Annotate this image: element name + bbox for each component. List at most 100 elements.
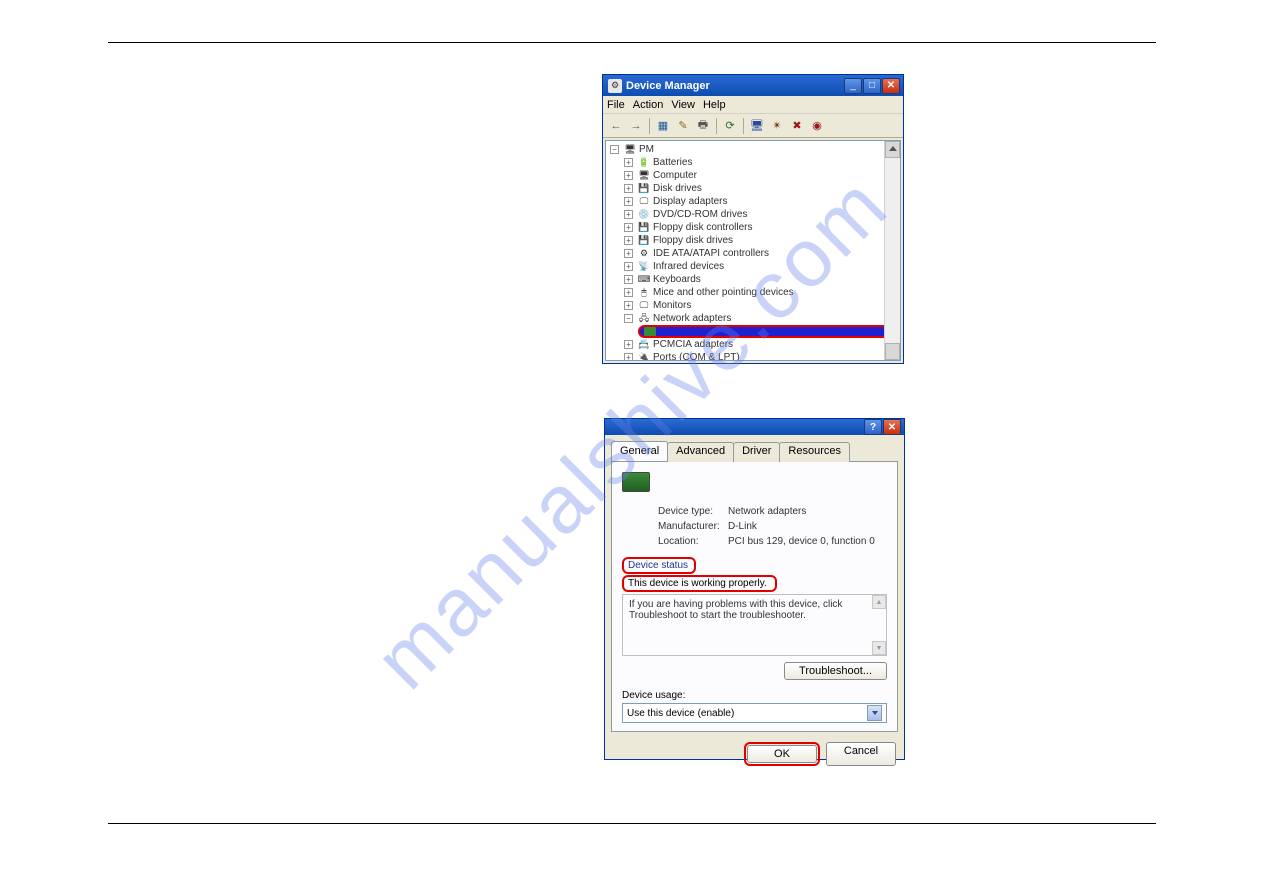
disable-device-icon[interactable]: ◉ [808,117,826,135]
battery-icon: 🔋 [637,157,651,169]
chevron-down-icon [872,711,878,715]
title-buttons: _ □ ✕ [844,78,900,94]
dialog-body: General Advanced Driver Resources Device… [605,435,904,736]
troubleshoot-button[interactable]: Troubleshoot... [784,662,887,680]
collapse-icon[interactable]: − [610,145,619,154]
network-icon: 🖧 [637,313,651,325]
scroll-down-icon[interactable] [889,350,897,355]
expand-icon[interactable]: + [624,340,633,349]
props-titlebar[interactable]: ? ✕ [605,419,904,435]
expand-icon[interactable]: + [624,171,633,180]
tree-root[interactable]: − 🖥 PM [606,143,900,156]
tree-category-floppy-drives[interactable]: +💾Floppy disk drives [606,234,900,247]
status-legend-highlight: Device status [622,557,696,574]
location-label: Location: [658,536,728,547]
menu-action[interactable]: Action [633,99,664,111]
enable-device-icon[interactable]: ✖ [788,117,806,135]
tree-category-floppy-ctrl[interactable]: +💾Floppy disk controllers [606,221,900,234]
back-icon[interactable]: ← [607,117,625,135]
scroll-up-icon[interactable] [889,146,897,151]
help-button[interactable]: ? [864,419,882,435]
expand-icon[interactable]: + [624,275,633,284]
tab-driver[interactable]: Driver [733,442,780,462]
info-location: Location: PCI bus 129, device 0, functio… [622,536,887,547]
tab-general[interactable]: General [611,441,668,461]
troubleshoot-row: Troubleshoot... [622,662,887,680]
tree-category-ports[interactable]: +🔌Ports (COM & LPT) [606,351,900,361]
collapse-icon[interactable]: − [624,314,633,323]
close-button[interactable]: ✕ [883,419,901,435]
dm-menubar: File Action View Help [603,96,903,114]
usage-value: Use this device (enable) [627,708,734,719]
expand-icon[interactable]: + [624,223,633,232]
tab-resources[interactable]: Resources [779,442,850,462]
expand-icon[interactable]: + [624,210,633,219]
expand-icon[interactable]: + [624,158,633,167]
expand-icon[interactable]: + [624,301,633,310]
dm-toolbar: ← → ▦ ✎ 🖶 ⟳ 🖥 ✴ ✖ ◉ [603,114,903,138]
tree-category-display[interactable]: +🖵Display adapters [606,195,900,208]
status-message: This device is working properly. [628,578,767,589]
cdrom-icon: 💿 [637,209,651,221]
location-value: PCI bus 129, device 0, function 0 [728,536,875,547]
print-icon[interactable]: 🖶 [694,117,712,135]
status-scrollbar[interactable]: ▲ ▼ [872,595,886,655]
ok-button[interactable]: OK [747,745,817,763]
infrared-icon: 📡 [637,261,651,273]
menu-help[interactable]: Help [703,99,726,111]
info-device-type: Device type: Network adapters [622,506,887,517]
tree-category-computer[interactable]: +🖥Computer [606,169,900,182]
minimize-button[interactable]: _ [844,78,862,94]
cancel-button[interactable]: Cancel [826,742,896,766]
tree-category-keyboards[interactable]: +⌨Keyboards [606,273,900,286]
menu-file[interactable]: File [607,99,625,111]
manufacturer-value: D-Link [728,521,757,532]
dropdown-button-icon[interactable] [867,705,882,721]
tree-category-pcmcia[interactable]: +📇PCMCIA adapters [606,338,900,351]
display-icon: 🖵 [637,196,651,208]
expand-icon[interactable]: + [624,249,633,258]
scan-hardware-icon[interactable]: 🖥 [748,117,766,135]
tree-category-batteries[interactable]: +🔋Batteries [606,156,900,169]
expand-icon[interactable]: + [624,262,633,271]
tree-category-network[interactable]: −🖧Network adapters [606,312,900,325]
expand-icon[interactable]: + [624,353,633,361]
scroll-down-icon[interactable]: ▼ [872,641,886,655]
computer-icon: 🖥 [637,170,651,182]
tree-category-ide[interactable]: +⚙IDE ATA/ATAPI controllers [606,247,900,260]
tree-view-icon[interactable]: ▦ [654,117,672,135]
expand-icon[interactable]: + [624,184,633,193]
selected-bar [638,325,892,338]
tree-category-disk-drives[interactable]: +💾Disk drives [606,182,900,195]
tree-category-monitors[interactable]: +🖵Monitors [606,299,900,312]
disk-icon: 💾 [637,183,651,195]
tree-scrollbar[interactable] [884,141,900,360]
selected-network-adapter[interactable] [638,325,900,338]
toolbar-separator-3 [743,118,744,134]
properties-icon[interactable]: ✎ [674,117,692,135]
maximize-button[interactable]: □ [863,78,881,94]
root-label: PM [639,144,654,155]
expand-icon[interactable]: + [624,236,633,245]
tree-category-mice[interactable]: +🖱Mice and other pointing devices [606,286,900,299]
properties-dialog: ? ✕ General Advanced Driver Resources De… [604,418,905,760]
refresh-icon[interactable]: ⟳ [721,117,739,135]
manufacturer-label: Manufacturer: [658,521,728,532]
toolbar-separator [649,118,650,134]
forward-icon[interactable]: → [627,117,645,135]
expand-icon[interactable]: + [624,197,633,206]
close-button[interactable]: ✕ [882,78,900,94]
dm-titlebar[interactable]: ⚙ Device Manager _ □ ✕ [603,75,903,96]
page-frame: manualshive.com ⚙ Device Manager _ □ ✕ F… [108,42,1156,824]
menu-view[interactable]: View [671,99,695,111]
dialog-footer: OK Cancel [605,736,904,774]
floppy-icon: 💾 [637,222,651,234]
device-usage-select[interactable]: Use this device (enable) [622,703,887,723]
expand-icon[interactable]: + [624,288,633,297]
scroll-up-icon[interactable]: ▲ [872,595,886,609]
update-driver-icon[interactable]: ✴ [768,117,786,135]
tree-category-infrared[interactable]: +📡Infrared devices [606,260,900,273]
tree-category-dvd[interactable]: +💿DVD/CD-ROM drives [606,208,900,221]
tab-advanced[interactable]: Advanced [667,442,734,462]
status-message-highlight: This device is working properly. [622,575,777,592]
